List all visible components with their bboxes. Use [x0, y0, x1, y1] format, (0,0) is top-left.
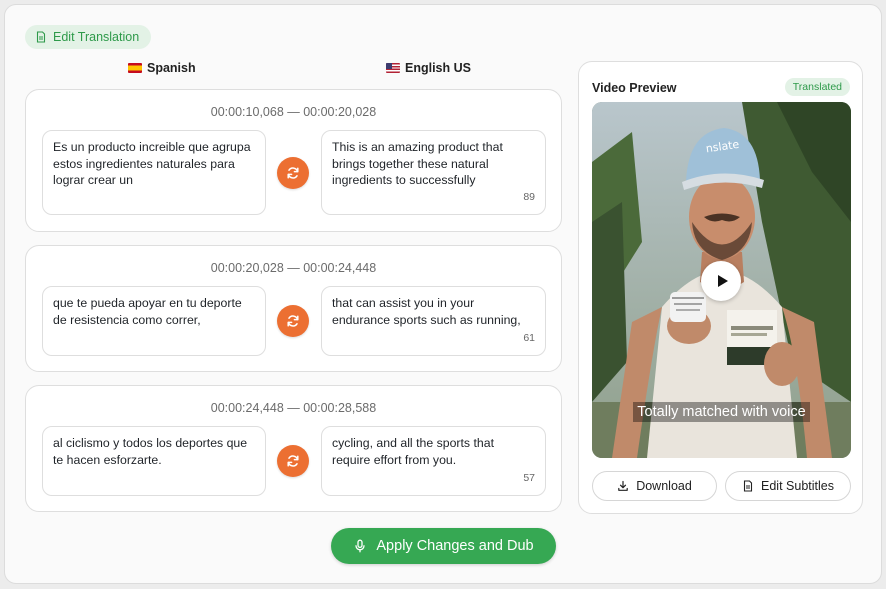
- segment-timestamp: 00:00:24,448 — 00:00:28,588: [210, 401, 377, 415]
- microphone-icon: [355, 539, 366, 553]
- segment-card: 00:00:20,028 — 00:00:24,448 que te pueda…: [25, 245, 562, 372]
- target-language-label: English US: [386, 61, 471, 75]
- download-button[interactable]: Download: [592, 471, 717, 501]
- source-text-box[interactable]: Es un producto increible que agrupa esto…: [42, 130, 266, 215]
- apply-changes-label: Apply Changes and Dub: [376, 538, 534, 554]
- target-text: This is an amazing product that brings t…: [332, 140, 503, 187]
- source-text-box[interactable]: que te pueda apoyar en tu deporte de res…: [42, 286, 266, 356]
- character-count: 89: [523, 190, 535, 203]
- source-text: Es un producto increible que agrupa esto…: [53, 140, 251, 187]
- target-text-box[interactable]: that can assist you in your endurance sp…: [321, 286, 546, 356]
- character-count: 61: [523, 331, 535, 344]
- source-text: que te pueda apoyar en tu deporte de res…: [53, 296, 242, 327]
- refresh-icon: [287, 167, 299, 179]
- video-subtitle: Totally matched with voice: [592, 402, 851, 422]
- play-button[interactable]: [701, 261, 741, 301]
- edit-translation-chip[interactable]: Edit Translation: [25, 25, 152, 49]
- document-icon: [743, 480, 753, 492]
- es-flag-icon: [128, 63, 142, 73]
- source-text: al ciclismo y todos los deportes que te …: [53, 436, 248, 467]
- download-icon: [618, 480, 629, 491]
- segment-timestamp: 00:00:20,028 — 00:00:24,448: [210, 261, 377, 275]
- target-text: that can assist you in your endurance sp…: [332, 296, 521, 327]
- segment-timestamp: 00:00:10,068 — 00:00:20,028: [210, 105, 377, 119]
- source-language-label: Spanish: [128, 61, 196, 75]
- character-count: 57: [523, 471, 535, 484]
- edit-translation-label: Edit Translation: [53, 30, 140, 44]
- segment-card: 00:00:24,448 — 00:00:28,588 al ciclismo …: [25, 385, 562, 512]
- retranslate-button[interactable]: [277, 305, 309, 337]
- play-icon: [718, 275, 728, 287]
- video-preview-title: Video Preview: [592, 81, 677, 95]
- refresh-icon: [287, 315, 299, 327]
- document-icon: [36, 31, 46, 43]
- apply-changes-button[interactable]: Apply Changes and Dub: [331, 528, 556, 564]
- target-text-box[interactable]: cycling, and all the sports that require…: [321, 426, 546, 496]
- video-preview-panel: Video Preview Translated nslate Totally …: [578, 61, 863, 514]
- target-text: cycling, and all the sports that require…: [332, 436, 494, 467]
- us-flag-icon: [386, 63, 400, 73]
- target-text-box[interactable]: This is an amazing product that brings t…: [321, 130, 546, 215]
- status-badge: Translated: [784, 78, 850, 96]
- retranslate-button[interactable]: [277, 157, 309, 189]
- source-text-box[interactable]: al ciclismo y todos los deportes que te …: [42, 426, 266, 496]
- segment-card: 00:00:10,068 — 00:00:20,028 Es un produc…: [25, 89, 562, 232]
- edit-subtitles-label: Edit Subtitles: [761, 479, 834, 493]
- edit-subtitles-button[interactable]: Edit Subtitles: [725, 471, 851, 501]
- refresh-icon: [287, 455, 299, 467]
- video-player[interactable]: nslate Totally matched with voice: [592, 102, 851, 458]
- retranslate-button[interactable]: [277, 445, 309, 477]
- download-label: Download: [636, 479, 692, 493]
- edit-translation-card: Edit Translation Spanish English US 00:0…: [4, 4, 882, 584]
